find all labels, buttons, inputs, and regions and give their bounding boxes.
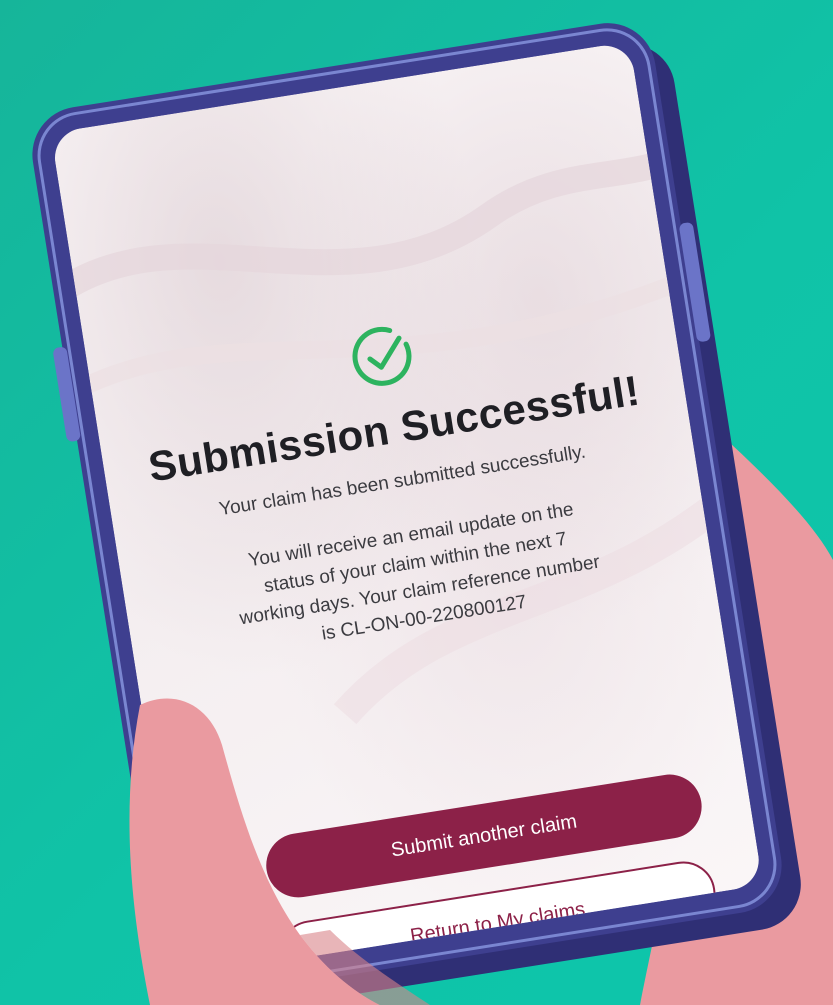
phone-device: Submission Successful! Your claim has be… xyxy=(25,16,789,1004)
success-content: Submission Successful! Your claim has be… xyxy=(88,278,716,678)
illustration-scene: Submission Successful! Your claim has be… xyxy=(0,0,833,1005)
check-circle-icon xyxy=(352,326,412,386)
claim-info-text: You will receive an email update on the … xyxy=(197,488,639,666)
